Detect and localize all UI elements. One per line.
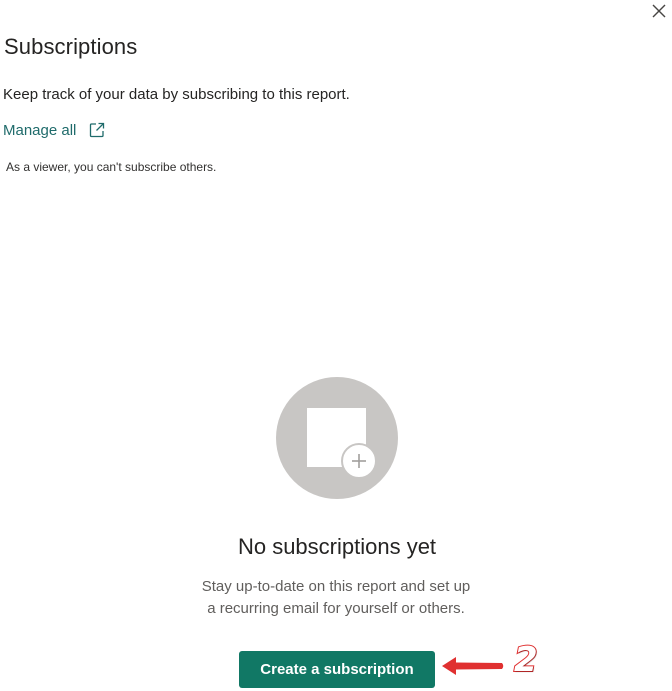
manage-all-link[interactable]: Manage all [3, 121, 106, 139]
arrow-left-icon [440, 652, 506, 680]
create-subscription-button[interactable]: Create a subscription [239, 651, 435, 688]
empty-state-description-line1: Stay up-to-date on this report and set u… [201, 578, 471, 595]
empty-state-description: Stay up-to-date on this report and set u… [160, 576, 512, 620]
viewer-note: As a viewer, you can't subscribe others. [6, 160, 217, 174]
empty-state-title-text: No subscriptions yet [237, 534, 437, 559]
panel-title: Subscriptions [4, 34, 138, 59]
external-link-icon [88, 121, 106, 139]
panel-description: Keep track of your data by subscribing t… [3, 86, 350, 103]
empty-state-title: No subscriptions yet [0, 534, 672, 560]
subscriptions-panel: Subscriptions Keep track of your data by… [0, 0, 672, 691]
manage-all-label: Manage all [3, 121, 77, 139]
empty-state-description-line2: a recurring email for yourself or others… [207, 600, 465, 617]
annotation-step-number: 2 [513, 639, 539, 681]
close-button[interactable] [650, 2, 668, 20]
close-icon [652, 4, 666, 18]
subscription-add-illustration [276, 377, 398, 499]
